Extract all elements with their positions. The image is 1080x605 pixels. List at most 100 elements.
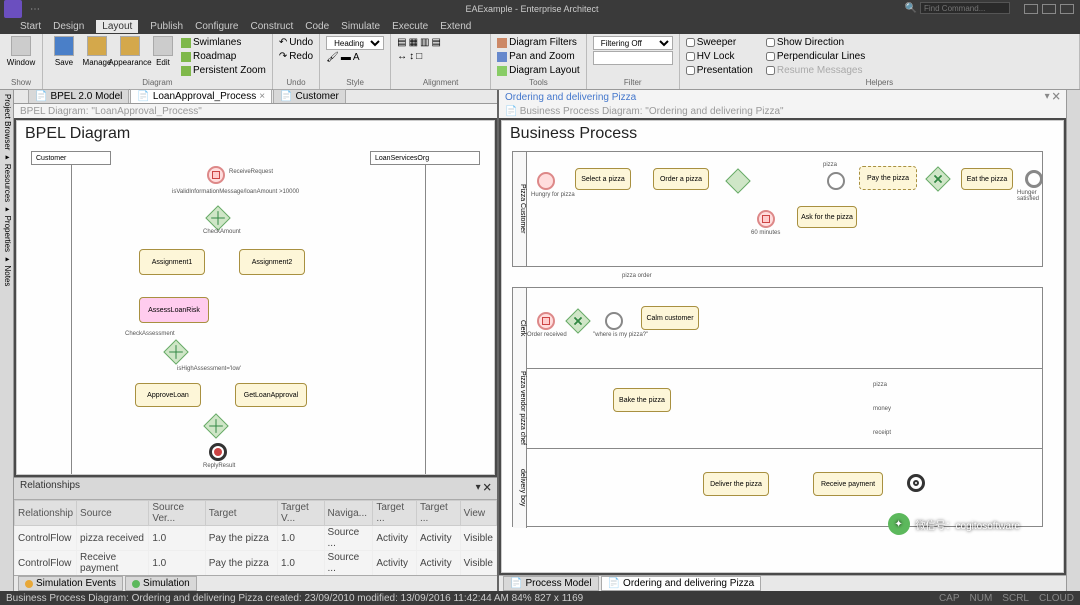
event-gateway[interactable] xyxy=(725,168,750,193)
dist-h-icon[interactable]: ↔ xyxy=(397,51,407,62)
ev-pizza[interactable] xyxy=(827,172,845,190)
task-getloan[interactable]: GetLoanApproval xyxy=(235,383,307,407)
presentation-check[interactable]: Presentation xyxy=(686,64,753,77)
find-command[interactable]: 🔍 xyxy=(905,2,1010,14)
task-assignment1[interactable]: Assignment1 xyxy=(139,249,205,275)
task-pay[interactable]: Pay the pizza xyxy=(859,166,917,190)
font-icon[interactable]: A xyxy=(353,52,360,63)
panel-controls[interactable]: ▾ 🗙 xyxy=(476,480,491,497)
gateway-checkamount[interactable] xyxy=(205,205,230,230)
rel-col[interactable]: Source xyxy=(77,501,149,526)
menu-extend[interactable]: Extend xyxy=(440,21,471,32)
edit-button[interactable]: Edit xyxy=(148,36,178,76)
persistent-zoom-option[interactable]: Persistent Zoom xyxy=(181,64,266,77)
ev-timer[interactable] xyxy=(757,210,775,228)
appearance-button[interactable]: Appearance xyxy=(115,36,145,76)
pool-loanorg[interactable]: LoanServicesOrg xyxy=(370,151,480,165)
manage-button[interactable]: Manage xyxy=(82,36,112,76)
menu-layout[interactable]: Layout xyxy=(96,20,138,33)
close-icon[interactable]: × xyxy=(259,91,265,102)
maximize-button[interactable] xyxy=(1042,4,1056,14)
pool-vendor[interactable]: Clerk Pizza vendor pizza chef delivery b… xyxy=(512,287,1043,527)
tab-loan-approval[interactable]: 📄LoanApproval_Process× xyxy=(130,89,272,103)
start-event[interactable] xyxy=(207,166,225,184)
tab-simulation[interactable]: Simulation xyxy=(125,576,197,591)
undo-button[interactable]: ↶Undo xyxy=(279,36,313,49)
task-calm[interactable]: Calm customer xyxy=(641,306,699,330)
menu-start[interactable]: Start xyxy=(20,21,41,32)
perpendicular-check[interactable]: Perpendicular Lines xyxy=(766,50,865,63)
task-eat[interactable]: Eat the pizza xyxy=(961,168,1013,190)
task-approve[interactable]: ApproveLoan xyxy=(135,383,201,407)
resume-msg-check[interactable]: Resume Messages xyxy=(766,64,865,77)
task-bake[interactable]: Bake the pizza xyxy=(613,388,671,412)
end-event[interactable] xyxy=(209,443,227,461)
hvlock-check[interactable]: HV Lock xyxy=(686,50,753,63)
tab-ordering-pizza[interactable]: 📄Ordering and delivering Pizza xyxy=(601,576,762,591)
task-deliver[interactable]: Deliver the pizza xyxy=(703,472,769,496)
rel-col[interactable]: View xyxy=(460,501,496,526)
menu-configure[interactable]: Configure xyxy=(195,21,238,32)
rel-col[interactable]: Naviga... xyxy=(324,501,373,526)
task-assess[interactable]: AssessLoanRisk xyxy=(139,297,209,323)
redo-button[interactable]: ↷Redo xyxy=(279,50,313,63)
right-canvas[interactable]: Business Process Pizza Customer Hungry f… xyxy=(501,120,1064,573)
swimlanes-option[interactable]: Swimlanes xyxy=(181,36,266,49)
same-size-icon[interactable]: □ xyxy=(416,51,422,62)
menu-publish[interactable]: Publish xyxy=(150,21,183,32)
gw-parallel2[interactable] xyxy=(565,308,590,333)
tab-process-model[interactable]: 📄Process Model xyxy=(503,576,599,591)
ev-hungry[interactable] xyxy=(537,172,555,190)
rel-col[interactable]: Target ... xyxy=(373,501,417,526)
dist-v-icon[interactable]: ↕ xyxy=(409,51,414,62)
task-receive-payment[interactable]: Receive payment xyxy=(813,472,883,496)
minimize-button[interactable] xyxy=(1024,4,1038,14)
table-row[interactable]: ControlFlowReceive payment1.0Pay the piz… xyxy=(15,551,497,576)
relationships-table[interactable]: RelationshipSourceSource Ver...Target Tar… xyxy=(14,500,497,575)
table-row[interactable]: ControlFlowpizza received1.0Pay the pizz… xyxy=(15,526,497,551)
ev-satisfied[interactable] xyxy=(1025,170,1043,188)
quick-access[interactable]: ⋯ xyxy=(30,4,40,15)
fill-icon[interactable]: ▬ xyxy=(341,52,351,63)
menu-construct[interactable]: Construct xyxy=(250,21,293,32)
align-top-icon[interactable]: ▤ xyxy=(431,37,440,48)
window-button[interactable]: Window xyxy=(6,36,36,76)
ev-vendor-end[interactable] xyxy=(907,474,925,492)
filter-dropdown[interactable]: Filtering Off xyxy=(593,36,673,50)
tab-bpel-model[interactable]: 📄BPEL 2.0 Model xyxy=(28,89,129,103)
align-left-icon[interactable]: ▤ xyxy=(397,37,406,48)
menu-execute[interactable]: Execute xyxy=(392,21,428,32)
show-direction-check[interactable]: Show Direction xyxy=(766,36,865,49)
align-center-icon[interactable]: ▦ xyxy=(409,37,418,48)
left-rail[interactable]: Project Browser ▸ Resources ▸ Properties… xyxy=(0,90,14,591)
menu-design[interactable]: Design xyxy=(53,21,84,32)
save-button[interactable]: Save xyxy=(49,36,79,76)
ev-where[interactable] xyxy=(605,312,623,330)
paint-icon[interactable]: 🖌 xyxy=(326,52,339,63)
rel-col[interactable]: Target xyxy=(205,501,277,526)
task-assignment2[interactable]: Assignment2 xyxy=(239,249,305,275)
task-select[interactable]: Select a pizza xyxy=(575,168,631,190)
right-header-link[interactable]: Ordering and delivering Pizza xyxy=(505,92,636,103)
filter-value[interactable] xyxy=(593,51,673,65)
tab-sim-events[interactable]: Simulation Events xyxy=(18,576,123,591)
gateway-merge[interactable] xyxy=(203,413,228,438)
task-order[interactable]: Order a pizza xyxy=(653,168,709,190)
sweeper-check[interactable]: Sweeper xyxy=(686,36,753,49)
rel-col[interactable]: Target ... xyxy=(416,501,460,526)
menu-code[interactable]: Code xyxy=(305,21,329,32)
right-rail[interactable] xyxy=(1066,90,1080,591)
close-button[interactable] xyxy=(1060,4,1074,14)
pan-zoom-button[interactable]: Pan and Zoom xyxy=(497,50,580,63)
pool-pizza-customer[interactable]: Pizza Customer Hungry for pizza Select a… xyxy=(512,151,1043,267)
left-canvas[interactable]: BPEL Diagram Customer LoanServicesOrg Re… xyxy=(16,120,495,475)
align-right-icon[interactable]: ▥ xyxy=(420,37,429,48)
pool-customer[interactable]: Customer xyxy=(31,151,111,165)
ev-order-received[interactable] xyxy=(537,312,555,330)
rel-col[interactable]: Relationship xyxy=(15,501,77,526)
find-input[interactable] xyxy=(920,2,1010,14)
task-ask[interactable]: Ask for the pizza xyxy=(797,206,857,228)
tab-customer[interactable]: 📄Customer xyxy=(273,89,346,103)
rel-col[interactable]: Source Ver... xyxy=(149,501,205,526)
diagram-layout-button[interactable]: Diagram Layout xyxy=(497,64,580,77)
